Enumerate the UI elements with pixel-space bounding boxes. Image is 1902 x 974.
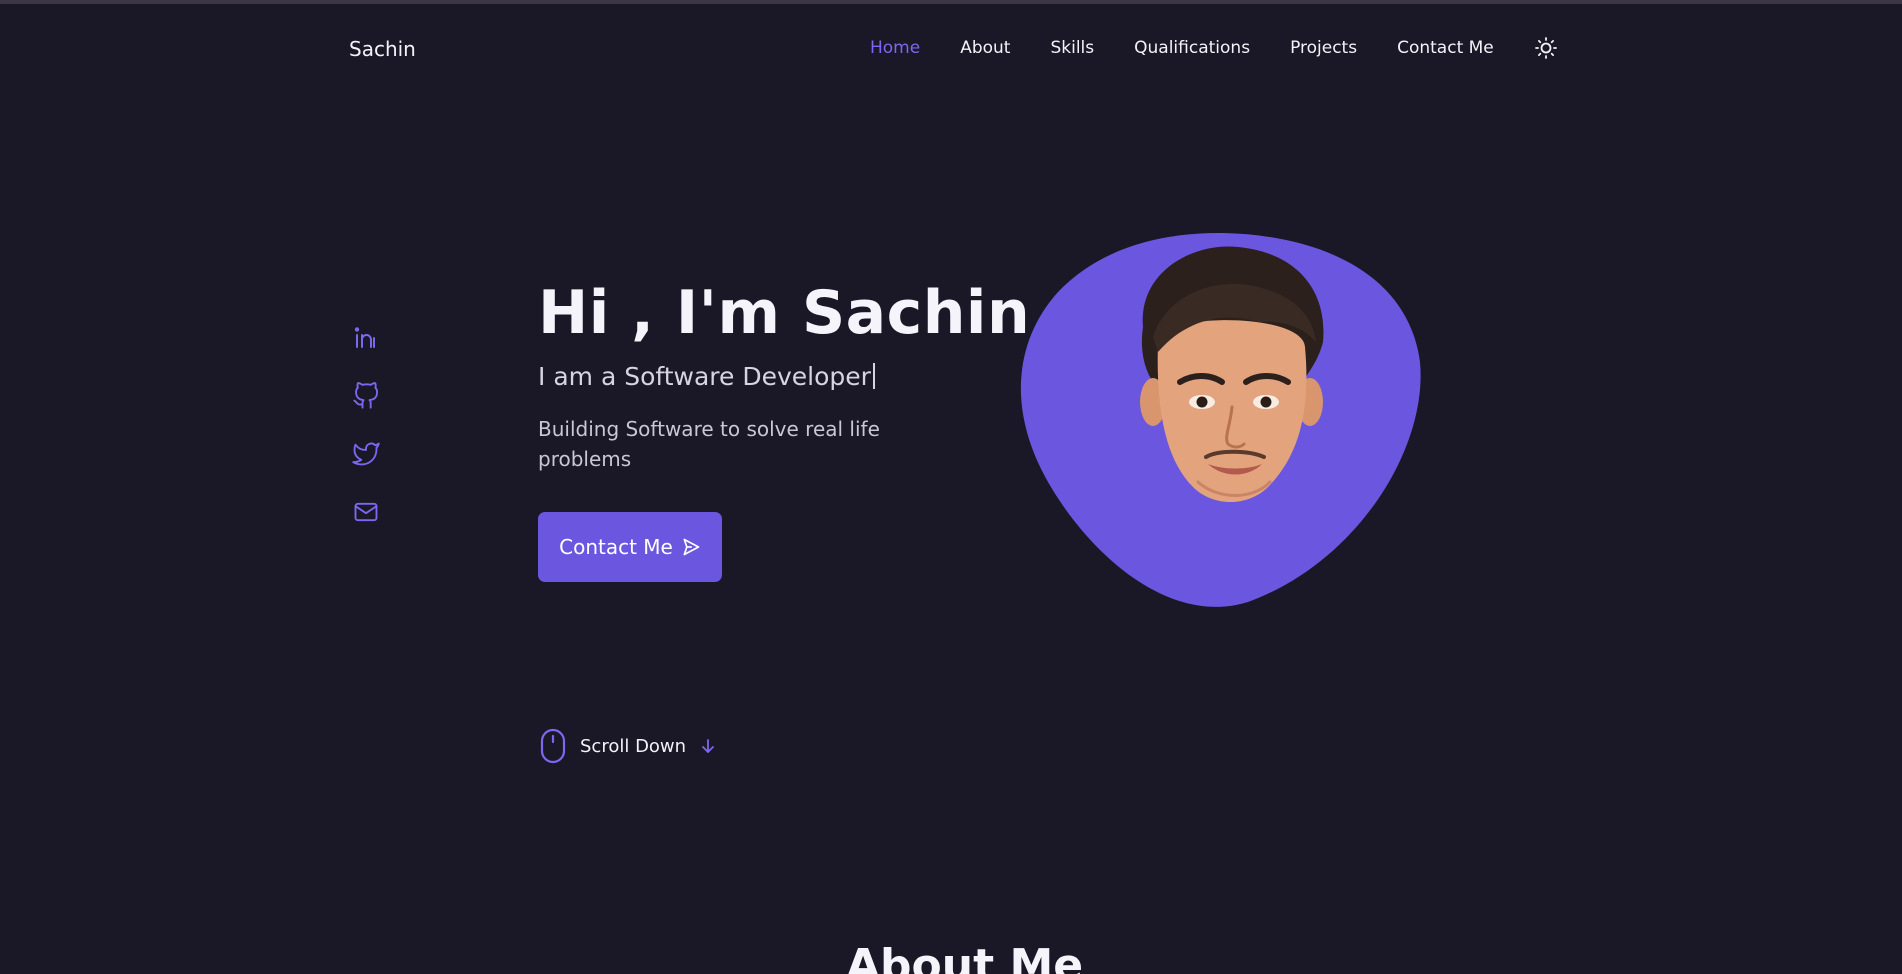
hero-title: Hi , I'm Sachin: [538, 278, 1031, 348]
nav-contact[interactable]: Contact Me: [1397, 38, 1494, 58]
site-logo[interactable]: Sachin: [349, 37, 416, 61]
about-section-title: About Me: [846, 940, 1084, 974]
typed-text: I am a Software Developer: [538, 362, 871, 391]
hero-description: Building Software to solve real life pro…: [538, 417, 880, 471]
profile-blob: [1018, 232, 1422, 608]
nav-projects[interactable]: Projects: [1290, 38, 1357, 58]
twitter-icon[interactable]: [352, 440, 380, 468]
main-nav: Home About Skills Qualifications Project…: [870, 38, 1516, 58]
hero-subtitle: I am a Software Developer: [538, 362, 875, 391]
arrow-down-icon: [700, 738, 716, 754]
mouse-icon: [540, 728, 566, 764]
nav-home[interactable]: Home: [870, 38, 920, 58]
scroll-down-button[interactable]: Scroll Down: [540, 728, 716, 764]
nav-skills[interactable]: Skills: [1050, 38, 1094, 58]
nav-qualifications[interactable]: Qualifications: [1134, 38, 1250, 58]
sun-icon[interactable]: [1534, 36, 1558, 60]
nav-about[interactable]: About: [960, 38, 1010, 58]
github-icon[interactable]: [352, 382, 380, 410]
contact-me-button[interactable]: Contact Me: [538, 512, 722, 582]
mail-icon[interactable]: [352, 498, 380, 526]
contact-me-label: Contact Me: [559, 535, 673, 559]
social-links: [352, 324, 380, 556]
scroll-down-label: Scroll Down: [580, 735, 687, 757]
typing-cursor: [872, 363, 875, 389]
linkedin-icon[interactable]: [352, 324, 380, 352]
send-icon: [681, 537, 701, 557]
window-top-border: [0, 0, 1902, 4]
